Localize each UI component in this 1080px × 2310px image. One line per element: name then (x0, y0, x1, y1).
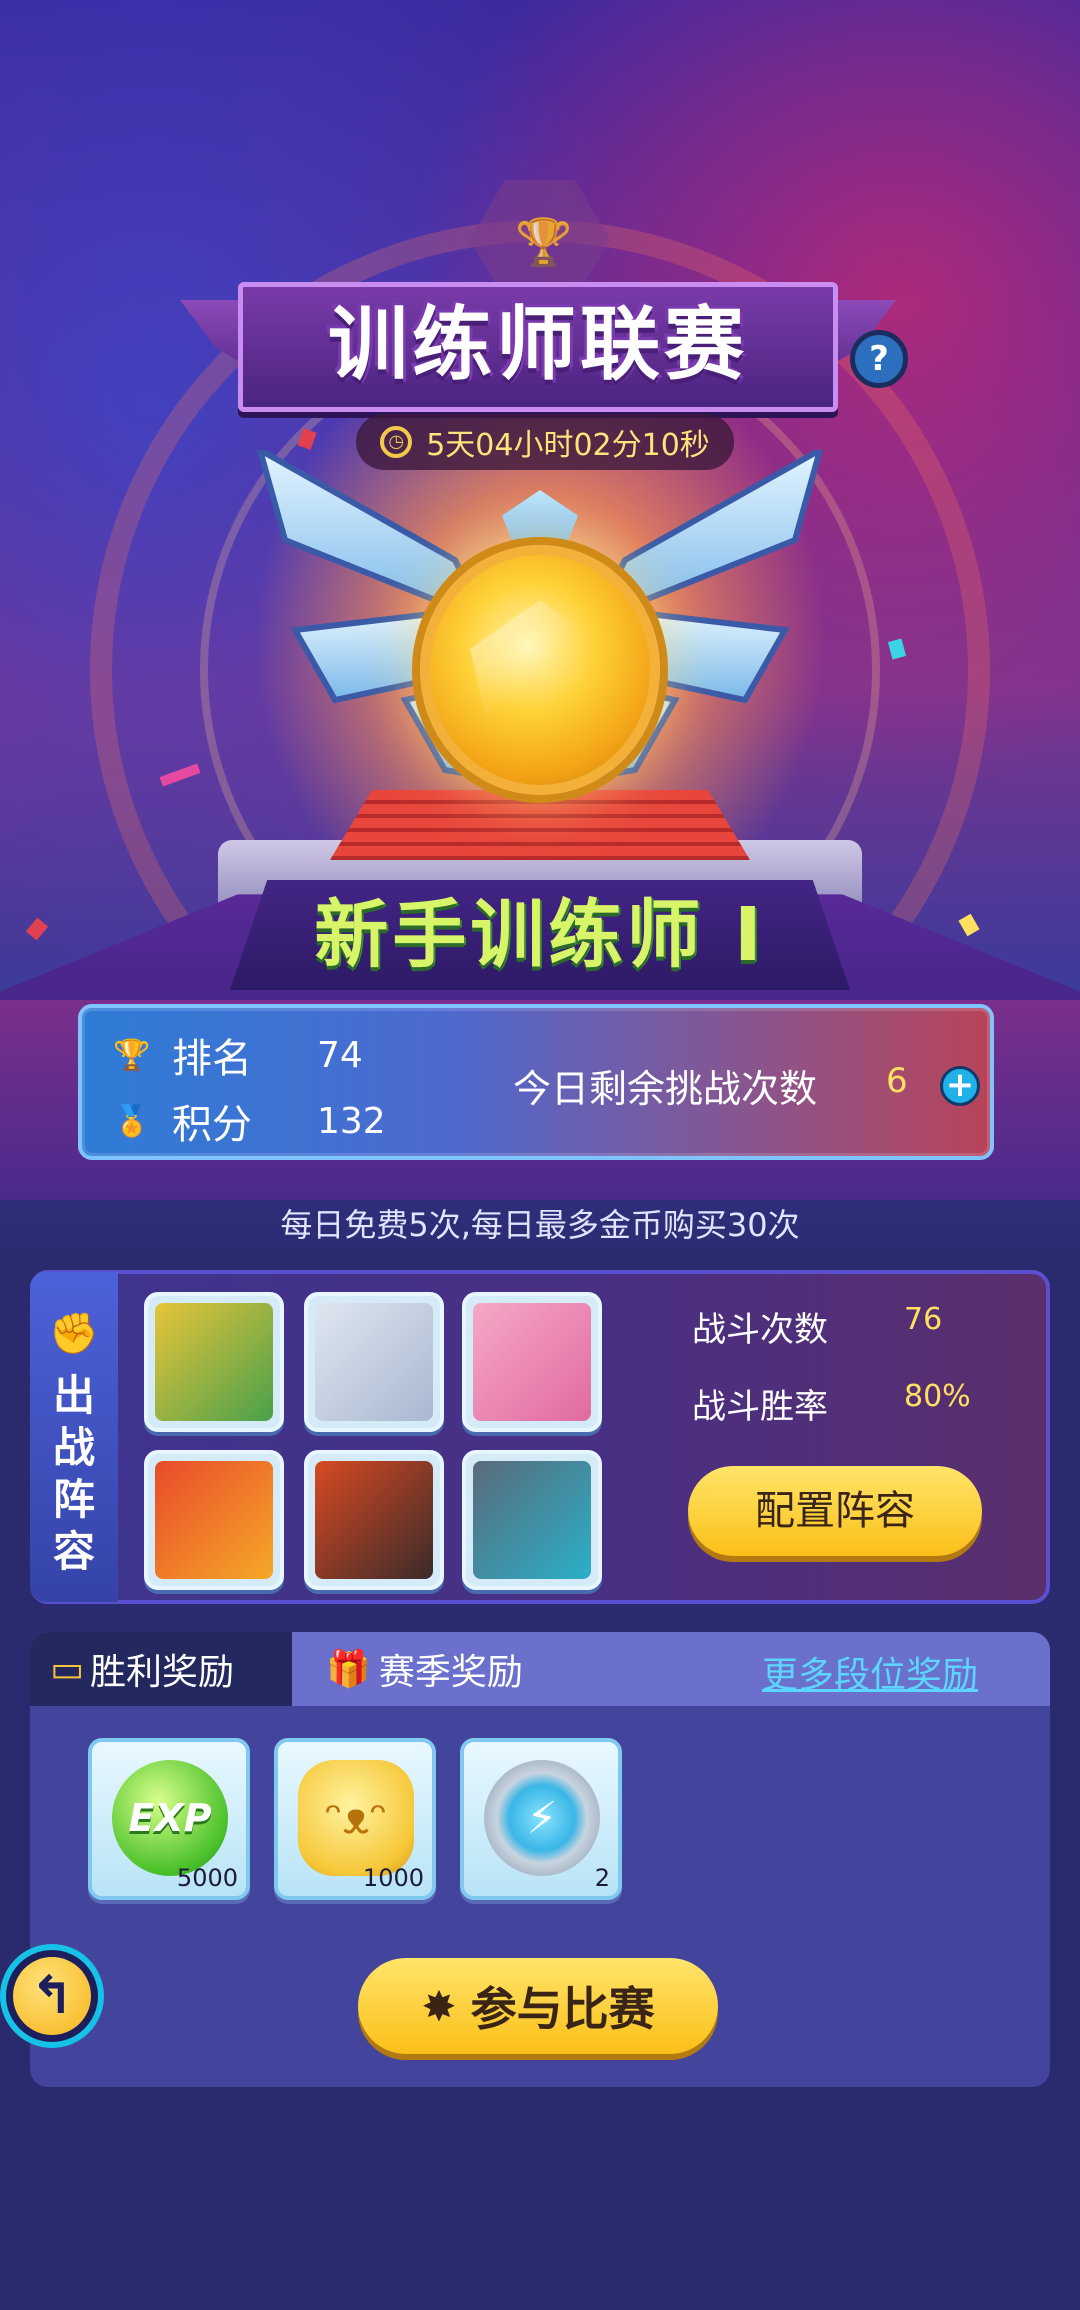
win-rate-label: 战斗胜率 (692, 1387, 828, 1427)
tab-label: 赛季奖励 (378, 1652, 523, 1693)
energy-badge-icon: ⚡ (484, 1760, 600, 1876)
rank-tier-name: 新手训练师 I (314, 892, 766, 978)
help-button[interactable]: ? (850, 330, 908, 388)
dragon-knight-hero-icon (315, 1461, 433, 1579)
hero-slot[interactable] (304, 1450, 444, 1590)
reward-item-cat-coin[interactable]: ᵔᴥᵔ 1000 (274, 1738, 436, 1900)
tab-victory-rewards[interactable]: ▭ 胜利奖励 (30, 1632, 292, 1706)
cat-face-icon: ᵔᴥᵔ (324, 1792, 388, 1844)
more-tier-rewards-link[interactable]: 更多段位奖励 (762, 1646, 978, 1698)
white-cat-hero-icon (315, 1303, 433, 1421)
tab-season-rewards[interactable]: 🎁 赛季奖励 (326, 1632, 523, 1706)
hero-slot[interactable] (462, 1292, 602, 1432)
fire-beast-hero-icon (155, 1461, 273, 1579)
pink-girl-hero-icon (473, 1303, 591, 1421)
configure-lineup-button[interactable]: 配置阵容 (688, 1466, 982, 1556)
battle-count-row: 战斗次数 76 (692, 1302, 971, 1351)
reward-item-exp[interactable]: EXP 5000 (88, 1738, 250, 1900)
score-row: 🏅 积分 132 (110, 1092, 386, 1150)
challenge-note: 每日免费5次,每日最多金币购买30次 (280, 1206, 800, 1244)
back-button[interactable]: ↰ (0, 1944, 104, 2048)
mech-robot-hero-icon (473, 1461, 591, 1579)
score-label: 积分 (172, 1102, 252, 1148)
win-rate-value: 80% (904, 1379, 971, 1414)
medal-icon: 🏅 (113, 1103, 151, 1139)
join-match-label: 参与比赛 (470, 1982, 655, 2036)
win-rate-row: 战斗胜率 80% (692, 1379, 971, 1428)
challenges-label: 今日剩余挑战次数 (513, 1067, 818, 1111)
hero-slot[interactable] (304, 1292, 444, 1432)
ranking-label: 排名 (172, 1036, 252, 1082)
add-challenges-button[interactable]: + (940, 1066, 980, 1106)
challenges-value: 6 (886, 1061, 908, 1101)
hero-slot[interactable] (144, 1450, 284, 1590)
ranking-row: 🏆 排名 74 (110, 1026, 363, 1084)
ranking-value: 74 (317, 1034, 363, 1076)
join-match-button[interactable]: ✸ 参与比赛 (358, 1958, 718, 2054)
hero-slot[interactable] (462, 1450, 602, 1590)
exp-text: EXP (128, 1796, 212, 1840)
reward-count: 2 (594, 1864, 610, 1892)
exp-orb-icon: EXP (112, 1760, 228, 1876)
cat-coin-icon: ᵔᴥᵔ (298, 1760, 414, 1876)
battle-count-value: 76 (904, 1302, 943, 1337)
battle-stats: 战斗次数 76 战斗胜率 80% (692, 1302, 971, 1456)
battle-count-label: 战斗次数 (692, 1310, 828, 1350)
tab-label: 胜利奖励 (90, 1652, 235, 1693)
back-arrow-icon: ↰ (13, 1957, 91, 2035)
trophy-icon: 🏆 (113, 1037, 151, 1073)
page-title: 训练师联赛 (328, 298, 748, 391)
lightning-icon: ⚡ (526, 1792, 558, 1844)
reward-count: 5000 (176, 1864, 238, 1892)
gift-icon: 🎁 (326, 1649, 371, 1690)
reward-count: 1000 (362, 1864, 424, 1892)
hero-slot[interactable] (144, 1292, 284, 1432)
background-trophy-icon: 🏆 (515, 215, 573, 269)
lineup-title: 出战阵容 (52, 1371, 95, 1576)
podium-carpet (330, 790, 750, 860)
chest-icon: ▭ (50, 1648, 85, 1690)
armored-dragon-hero-icon (155, 1303, 273, 1421)
fist-icon: ✊ (49, 1311, 99, 1357)
reward-item-energy-badge[interactable]: ⚡ 2 (460, 1738, 622, 1900)
battle-clash-icon: ✸ (421, 1981, 457, 2031)
score-value: 132 (317, 1100, 386, 1142)
